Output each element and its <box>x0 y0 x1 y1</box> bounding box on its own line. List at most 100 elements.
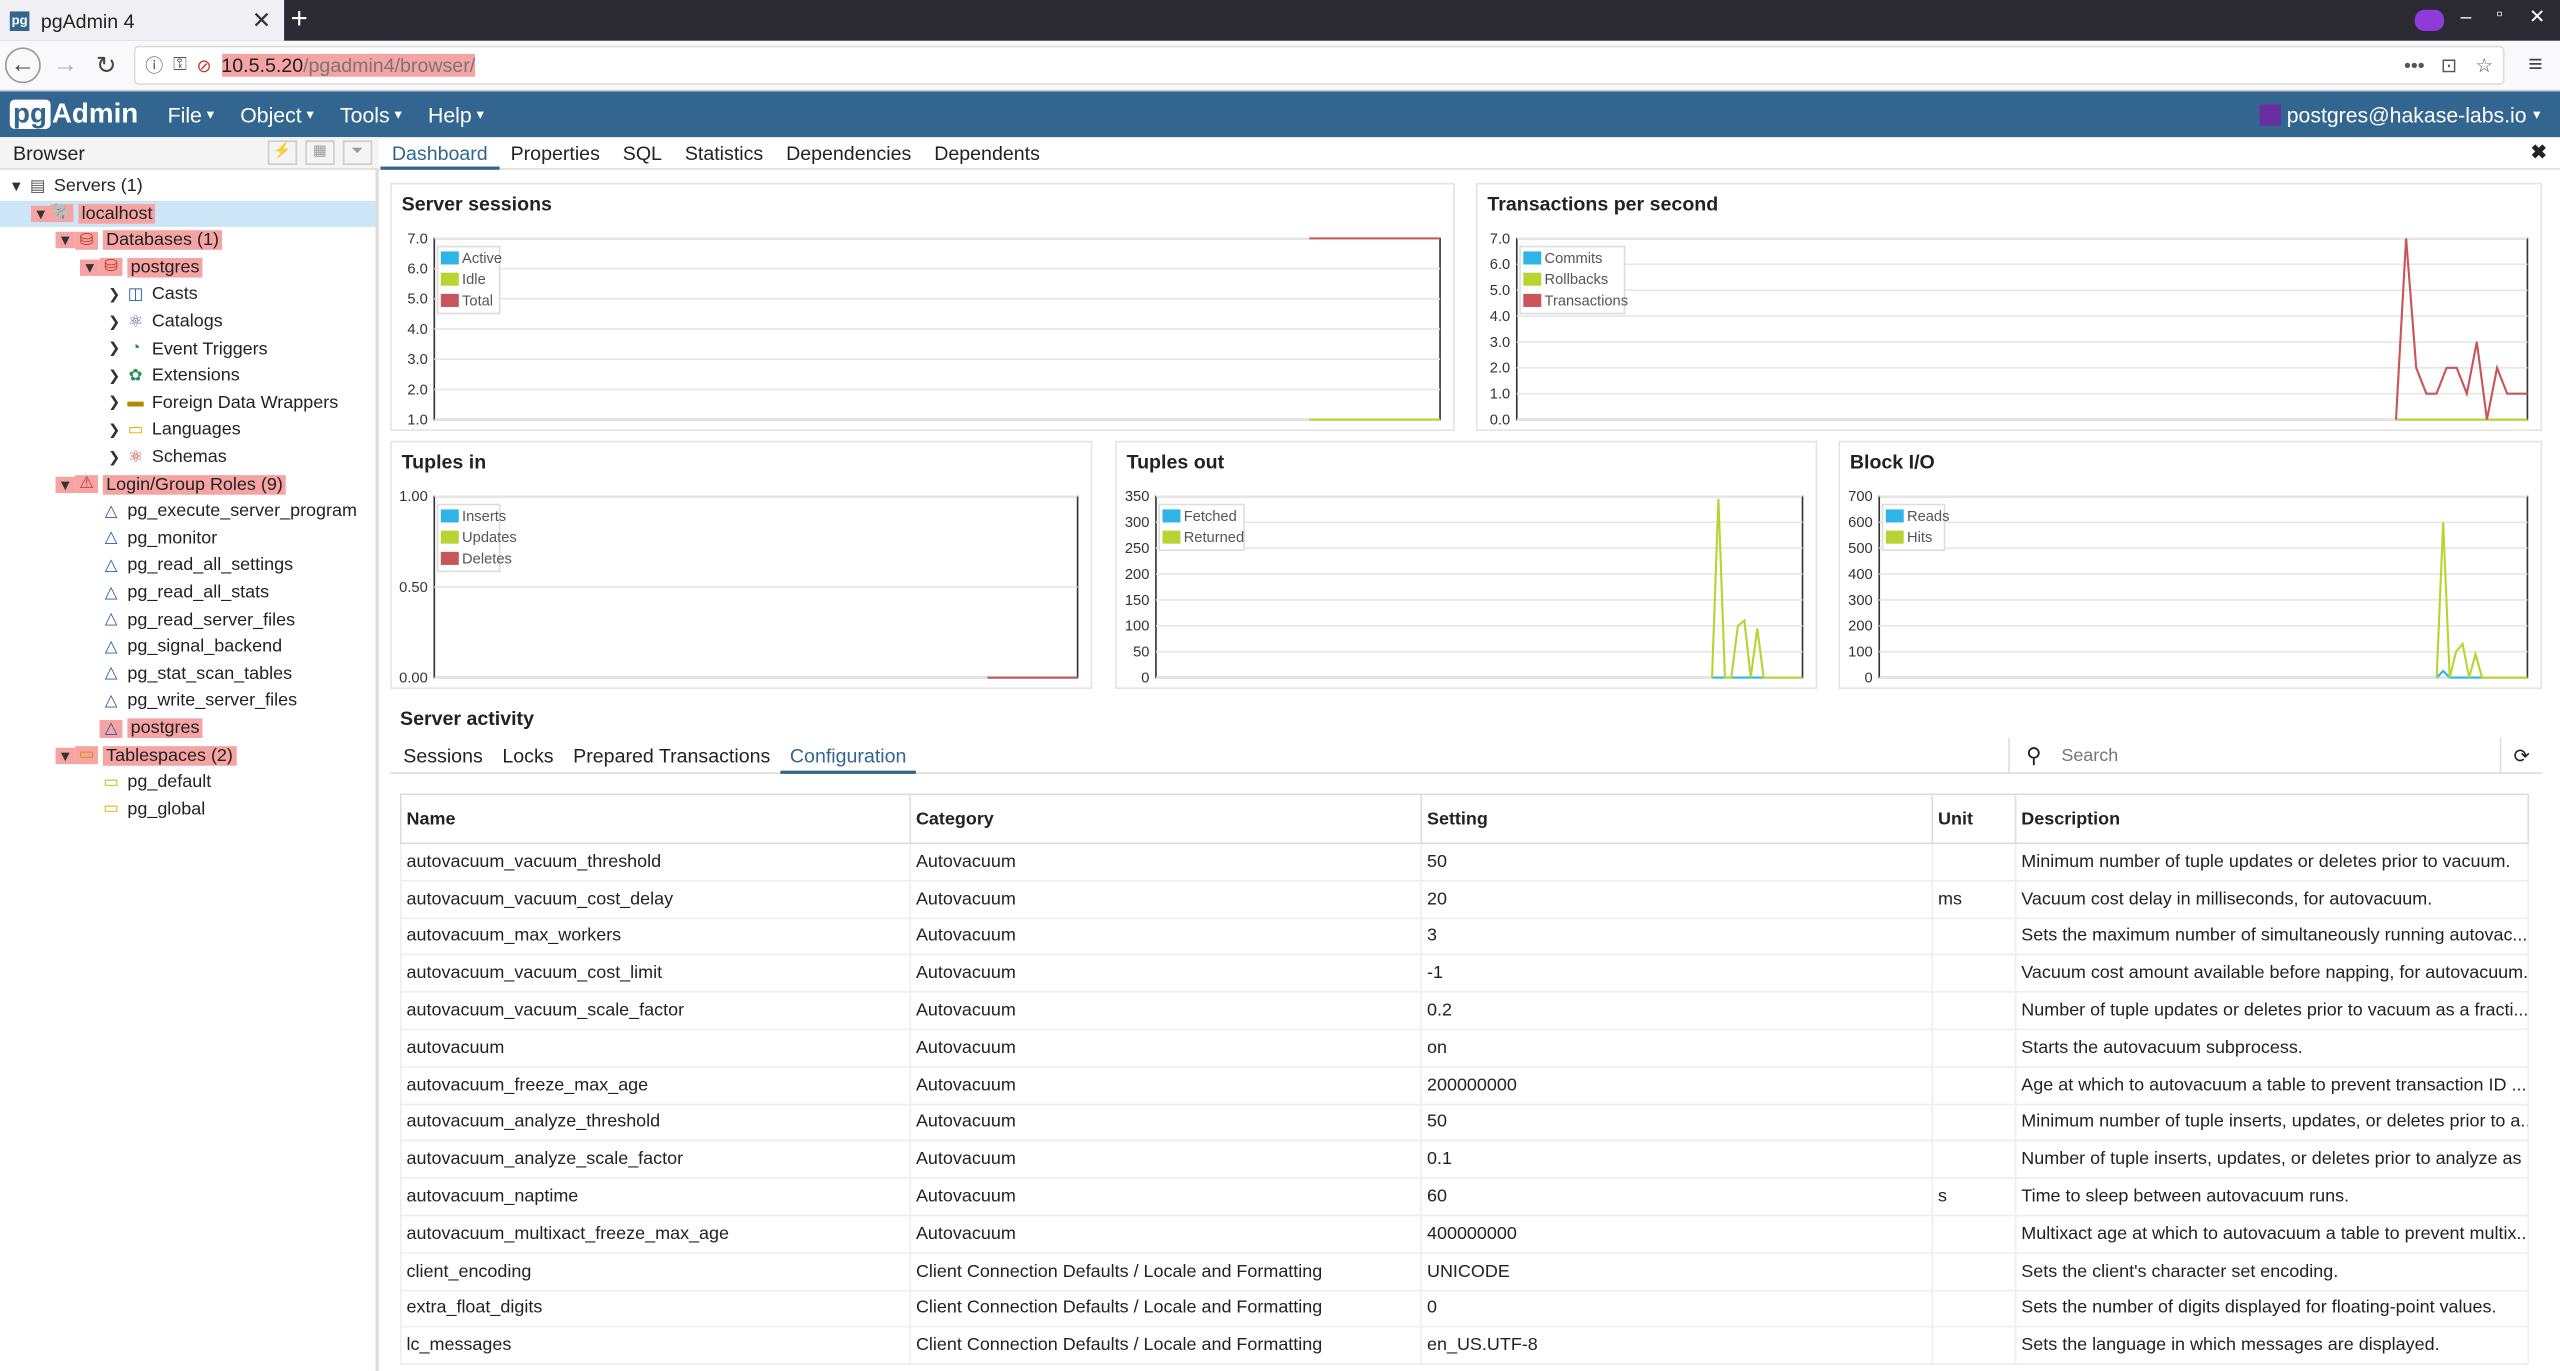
tree-node[interactable]: △ pg_signal_backend <box>80 634 282 660</box>
tab-sessions[interactable]: Sessions <box>393 737 492 773</box>
tree-node[interactable]: △ postgres <box>80 715 203 741</box>
table-row[interactable]: autovacuum_naptime Autovacuum 60 s Time to s… <box>400 1177 2530 1217</box>
tree-node[interactable]: ▼ ▤ Servers (1) <box>7 173 143 199</box>
tab-dependencies[interactable]: Dependencies <box>775 136 923 169</box>
restore-icon[interactable]: ▫ <box>2496 5 2502 25</box>
tab-dashboard[interactable]: Dashboard <box>380 136 500 169</box>
tree-node[interactable]: ▼ ▭ Tablespaces (2) <box>55 742 237 768</box>
tree-node[interactable]: ▼ ⛁ Databases (1) <box>55 227 223 253</box>
expanded-toggle-icon[interactable]: ▼ <box>55 747 76 764</box>
tree-node[interactable]: ❯ ◔ Event Triggers <box>104 336 268 362</box>
tab-locks[interactable]: Locks <box>493 737 564 773</box>
collapsed-toggle-icon[interactable]: ❯ <box>104 421 124 439</box>
series-line-transactions <box>2394 238 2528 420</box>
table-row[interactable]: autovacuum_vacuum_cost_limit Autovacuum -1… <box>400 954 2530 993</box>
expanded-toggle-icon[interactable]: ▼ <box>7 178 27 194</box>
search-input[interactable] <box>2061 746 2454 766</box>
table-row[interactable]: autovacuum_vacuum_threshold Autovacuum 50 M… <box>400 842 2530 882</box>
page-actions-icon[interactable]: ••• <box>2404 54 2425 77</box>
user-menu[interactable]: postgres@hakase-labs.io ▾ <box>2258 102 2540 127</box>
view-data-icon[interactable]: ▦ <box>305 140 335 165</box>
table-row[interactable]: autovacuum_analyze_threshold Autovacuum 50… <box>400 1103 2530 1142</box>
tab-prepared-transactions[interactable]: Prepared Transactions <box>563 737 780 773</box>
tab-dependents[interactable]: Dependents <box>923 136 1052 169</box>
expanded-toggle-icon[interactable]: ▼ <box>80 259 100 276</box>
expanded-toggle-icon[interactable]: ▼ <box>55 232 76 249</box>
menu-file[interactable]: File ▾ <box>168 102 215 126</box>
url-field[interactable]: ⓘ ⚿ ⊘ 10.5.5.20 /pgadmin4/browser/ ••• ⊡… <box>133 45 2505 85</box>
close-tab-icon[interactable]: ✕ <box>252 7 271 35</box>
collapsed-toggle-icon[interactable]: ❯ <box>104 286 124 304</box>
column-header-setting[interactable]: Setting <box>1420 793 1934 845</box>
column-header-unit[interactable]: Unit <box>1931 793 2017 845</box>
pgadmin-logo[interactable]: pg Admin <box>9 98 138 131</box>
tree-node[interactable]: △ pg_monitor <box>80 525 218 551</box>
new-tab-icon[interactable]: + <box>291 2 308 36</box>
expanded-toggle-icon[interactable]: ▼ <box>31 205 51 222</box>
table-row[interactable]: autovacuum_multixact_freeze_max_age Autov… <box>400 1214 2530 1254</box>
menu-icon[interactable]: ≡ <box>2516 51 2555 79</box>
table-row[interactable]: autovacuum_vacuum_cost_delay Autovacuum 20… <box>400 879 2530 919</box>
menu-object[interactable]: Object ▾ <box>240 102 314 126</box>
menu-help[interactable]: Help ▾ <box>428 102 484 126</box>
tree-node[interactable]: ❯ ◫ Casts <box>104 281 198 307</box>
query-tool-icon[interactable]: ⚡ <box>267 140 298 165</box>
tree-node[interactable]: ▭ pg_global <box>80 796 205 822</box>
bookmark-icon[interactable]: ☆ <box>2476 54 2494 77</box>
minimize-icon[interactable]: – <box>2460 5 2471 28</box>
tab-statistics[interactable]: Statistics <box>673 136 774 169</box>
refresh-icon[interactable]: ⟳ <box>2499 737 2542 774</box>
tree-node[interactable]: ❯ ✿ Extensions <box>104 363 240 389</box>
back-icon[interactable]: ← <box>4 47 41 84</box>
column-header-category[interactable]: Category <box>909 793 1423 845</box>
collapsed-toggle-icon[interactable]: ❯ <box>104 367 124 385</box>
column-header-name[interactable]: Name <box>400 793 912 845</box>
tree-node[interactable]: ❯ ⚛ Catalogs <box>104 309 223 335</box>
filter-icon[interactable]: ⏷ <box>342 140 373 165</box>
y-tick-label: 1.0 <box>407 413 427 429</box>
tree-node[interactable]: △ pg_read_all_stats <box>80 580 269 606</box>
table-row[interactable]: autovacuum_analyze_scale_factor Autovacuu… <box>400 1140 2530 1180</box>
legend-swatch <box>1523 272 1542 286</box>
tree-node[interactable]: ▼ ⚠ Login/Group Roles (9) <box>55 471 287 497</box>
tab-properties[interactable]: Properties <box>499 136 611 169</box>
table-row[interactable]: autovacuum_freeze_max_age Autovacuum 20000… <box>400 1065 2530 1105</box>
legend-swatch <box>440 509 459 523</box>
collapsed-toggle-icon[interactable]: ❯ <box>104 313 124 331</box>
tree-node[interactable]: ❯ ▭ Languages <box>104 417 241 443</box>
tree-node[interactable]: ▭ pg_default <box>80 769 211 795</box>
close-panel-icon[interactable]: ✖ <box>2531 140 2547 163</box>
table-row[interactable]: extra_float_digits Client Connection Defa… <box>400 1289 2530 1328</box>
table-cell: autovacuum_multixact_freeze_max_age <box>400 1214 912 1254</box>
tree-node[interactable]: ❯ ▬ Foreign Data Wrappers <box>104 390 338 416</box>
table-row[interactable]: lc_messages Client Connection Defaults / … <box>400 1326 2530 1366</box>
tree-node[interactable]: ❯ ⚛ Schemas <box>104 444 227 470</box>
table-row[interactable]: client_encoding Client Connection Default… <box>400 1251 2530 1291</box>
table-row[interactable]: autovacuum_vacuum_scale_factor Autovacuum… <box>400 991 2530 1031</box>
menu-tools[interactable]: Tools ▾ <box>340 102 402 126</box>
collapsed-toggle-icon[interactable]: ❯ <box>104 448 124 466</box>
tree-node[interactable]: ▼ ⛁ postgres <box>80 254 203 280</box>
expanded-toggle-icon[interactable]: ▼ <box>55 476 76 493</box>
collapsed-toggle-icon[interactable]: ❯ <box>104 340 124 358</box>
tree-node[interactable]: ▼ 🐘 localhost <box>0 200 376 227</box>
table-row[interactable]: autovacuum Autovacuum on Starts the autovac… <box>400 1028 2530 1068</box>
legend-swatch <box>440 251 459 265</box>
tree-node[interactable]: △ pg_stat_scan_tables <box>80 661 292 687</box>
pocket-icon[interactable]: ⊡ <box>2441 54 2457 77</box>
collapsed-toggle-icon[interactable]: ❯ <box>104 394 124 412</box>
browser-panel-header: Browser ⚡ ▦ ⏷ <box>0 137 379 170</box>
tree-node[interactable]: △ pg_execute_server_program <box>80 498 357 524</box>
tree-node[interactable]: △ pg_read_server_files <box>80 607 295 633</box>
tab-configuration[interactable]: Configuration <box>780 737 917 774</box>
forward-icon[interactable]: → <box>46 51 85 79</box>
tree-node[interactable]: △ pg_write_server_files <box>80 688 297 714</box>
table-row[interactable]: autovacuum_max_workers Autovacuum 3 Sets th… <box>400 916 2530 956</box>
reload-icon[interactable]: ↻ <box>87 51 126 80</box>
tab-sql[interactable]: SQL <box>611 136 673 169</box>
column-header-description[interactable]: Description <box>2014 793 2530 845</box>
browser-tab[interactable]: pg pgAdmin 4 ✕ <box>0 0 285 41</box>
tree-node[interactable]: △ pg_read_all_settings <box>80 552 293 578</box>
close-window-icon[interactable]: ✕ <box>2529 5 2545 28</box>
info-icon[interactable]: ⓘ <box>145 52 163 78</box>
